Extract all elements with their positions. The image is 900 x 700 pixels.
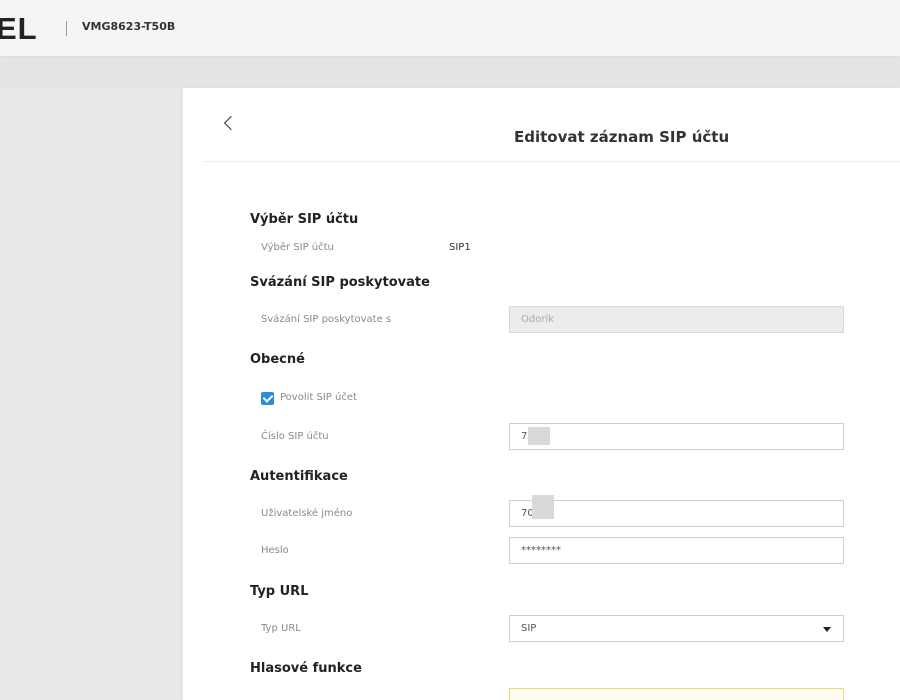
sip-number-label: Číslo SIP účtu xyxy=(261,431,329,442)
edit-sip-account-panel: Editovat záznam SIP účtu Výběr SIP účtu … xyxy=(182,88,900,700)
top-bar: EL VMG8623-T50B xyxy=(0,0,900,57)
password-input[interactable]: ******** xyxy=(509,537,844,564)
section-heading-general: Obecné xyxy=(250,352,305,367)
caret-down-icon xyxy=(823,627,831,632)
page-title: Editovat záznam SIP účtu xyxy=(514,128,730,146)
chevron-left-icon xyxy=(223,115,239,131)
password-label: Heslo xyxy=(261,545,289,556)
section-heading-authentication: Autentifikace xyxy=(250,469,348,484)
redaction-mask xyxy=(532,495,554,519)
back-button[interactable] xyxy=(223,114,239,134)
brand-logo[interactable]: EL xyxy=(0,13,38,44)
username-input[interactable]: 70 8 xyxy=(509,500,844,527)
redaction-mask xyxy=(528,427,550,445)
provider-binding-field: Odorik xyxy=(509,306,844,333)
sip-number-input[interactable]: 70 58 xyxy=(509,423,844,450)
username-label: Uživatelské jméno xyxy=(261,508,353,519)
sip-account-label: Výběr SIP účtu xyxy=(261,242,334,253)
section-heading-provider-binding: Svázání SIP poskytovate xyxy=(250,275,430,290)
enable-sip-account-checkbox[interactable] xyxy=(261,392,274,405)
section-heading-voice-features: Hlasové funkce xyxy=(250,661,362,676)
url-type-select[interactable]: SIP xyxy=(509,615,844,642)
title-divider xyxy=(203,161,900,162)
provider-binding-label: Svázání SIP poskytovate s xyxy=(261,314,392,325)
section-heading-sip-account: Výběr SIP účtu xyxy=(250,212,359,227)
background-strip xyxy=(0,58,900,88)
url-type-selected-value: SIP xyxy=(521,623,537,634)
enable-sip-account-label[interactable]: Povolit SIP účet xyxy=(280,392,357,403)
voice-feature-field[interactable] xyxy=(509,688,844,700)
sip-account-value: SIP1 xyxy=(449,242,471,253)
header-divider xyxy=(66,21,67,36)
device-model: VMG8623-T50B xyxy=(82,20,176,33)
url-type-label: Typ URL xyxy=(261,623,301,634)
section-heading-url-type: Typ URL xyxy=(250,584,309,599)
